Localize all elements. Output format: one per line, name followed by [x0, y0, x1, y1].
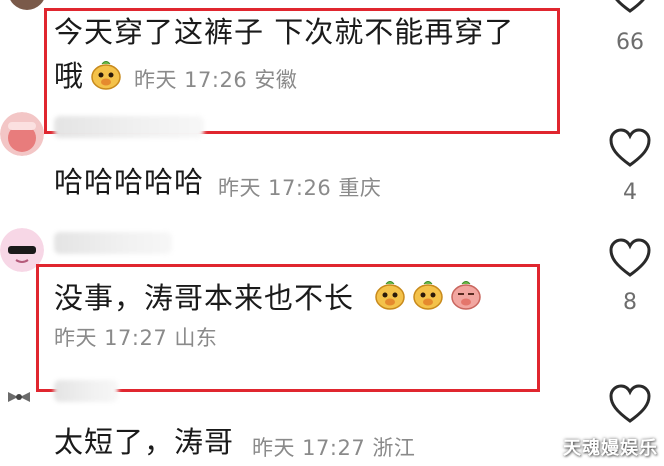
comment-time: 昨天 17:27 浙江 — [252, 432, 415, 462]
location-text: 浙江 — [372, 436, 416, 460]
location-text: 重庆 — [338, 176, 382, 200]
comment-text: 哈哈哈哈哈 — [54, 165, 205, 199]
time-text: 昨天 17:26 — [218, 176, 332, 200]
watermark: 天魂嫚娱乐 — [563, 438, 658, 459]
heart-outline-icon[interactable] — [608, 128, 652, 168]
time-text: 昨天 17:27 — [252, 436, 366, 460]
heart-outline-icon[interactable] — [608, 0, 652, 14]
heart-outline-icon[interactable] — [608, 238, 652, 278]
avatar[interactable] — [8, 0, 46, 10]
like-count: 66 — [616, 30, 644, 55]
avatar[interactable] — [0, 112, 44, 156]
username-blurred[interactable] — [54, 380, 118, 402]
highlight-box — [36, 264, 540, 392]
avatar[interactable] — [4, 382, 34, 412]
like-count: 4 — [623, 180, 637, 205]
comment-text: 太短了，涛哥 — [54, 425, 235, 459]
like-count: 8 — [623, 290, 637, 315]
heart-outline-icon[interactable] — [608, 384, 652, 424]
username-blurred[interactable] — [54, 116, 204, 138]
comment-time: 昨天 17:26 重庆 — [218, 172, 381, 202]
username-blurred[interactable] — [54, 232, 172, 254]
